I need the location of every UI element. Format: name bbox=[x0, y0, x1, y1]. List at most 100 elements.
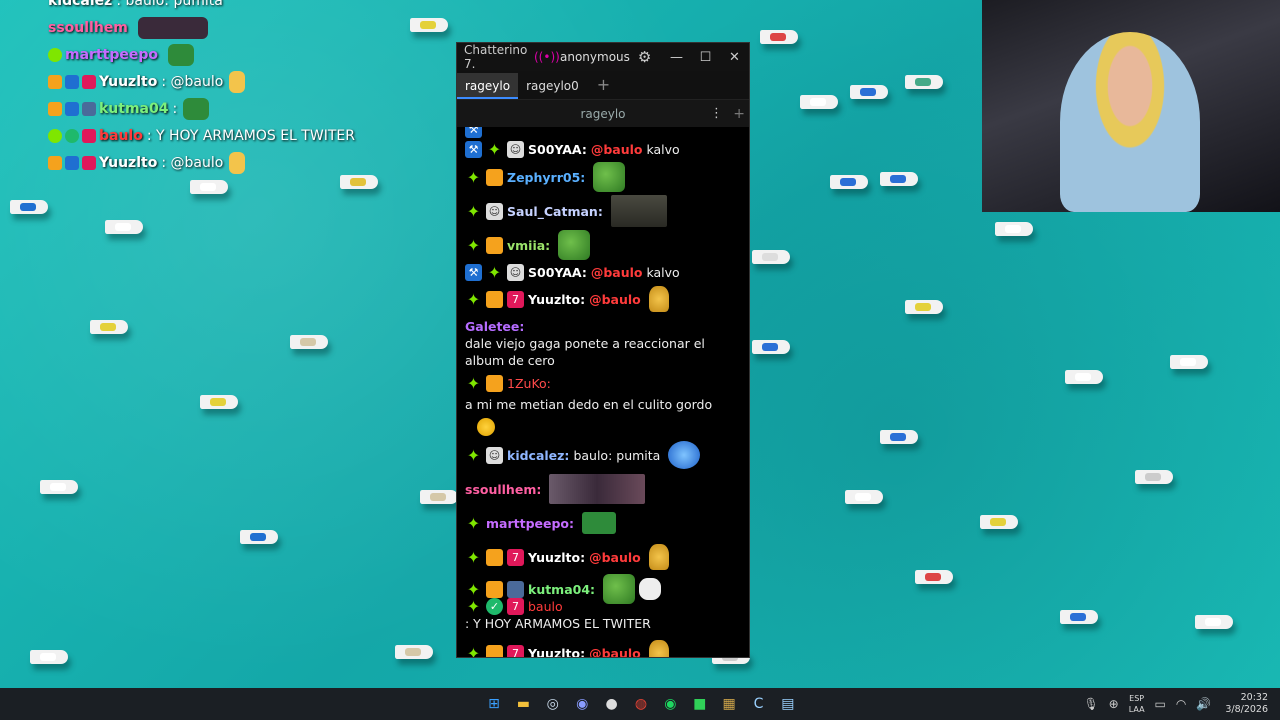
username[interactable]: S00YAA: bbox=[528, 264, 587, 281]
title-bar[interactable]: Chatterino 7. ((•)) anonymous ⚙ — ☐ ✕ bbox=[457, 43, 749, 71]
username[interactable]: kidcalez: bbox=[507, 447, 569, 464]
mention[interactable]: @baulo bbox=[589, 549, 641, 566]
boat bbox=[905, 300, 943, 314]
obs-icon[interactable]: ● bbox=[600, 692, 624, 716]
gear-icon[interactable]: ⚙ bbox=[638, 48, 651, 66]
moderator-badge-icon: ⚒ bbox=[465, 263, 482, 281]
media-icon[interactable]: ▦ bbox=[717, 692, 741, 716]
more-menu-icon[interactable]: ⋮ bbox=[710, 106, 723, 121]
volume-icon[interactable]: 🔊 bbox=[1196, 697, 1211, 711]
chatterino-icon[interactable]: C bbox=[747, 692, 771, 716]
boat bbox=[1170, 355, 1208, 369]
username[interactable]: vmiia: bbox=[507, 237, 550, 254]
overlay-chat-line: baulo: Y HOY ARMAMOS EL TWITER bbox=[48, 122, 408, 149]
minimize-button[interactable]: — bbox=[662, 50, 691, 65]
microphone-icon[interactable]: 🎙 bbox=[1083, 697, 1098, 711]
channel-name[interactable]: rageylo bbox=[457, 107, 749, 121]
username[interactable]: Yuuzlto: bbox=[528, 291, 585, 308]
emote-image bbox=[137, 16, 208, 39]
username[interactable]: baulo bbox=[528, 598, 563, 615]
boat bbox=[1065, 370, 1103, 384]
username[interactable]: ssoullhem: bbox=[465, 481, 541, 498]
language-indicator[interactable]: ESP LAA bbox=[1129, 693, 1145, 715]
message-list[interactable]: ⚒ ⚒ ✦ ☺ S00YAA: @baulo kalvo ✦ Zephyrr05… bbox=[457, 127, 749, 657]
sparkle-badge-icon: ✦ bbox=[466, 445, 481, 465]
clock[interactable]: 20:32 3/8/2026 bbox=[1225, 692, 1268, 716]
mention[interactable]: @baulo bbox=[591, 264, 643, 281]
wifi-icon[interactable]: ◠ bbox=[1176, 697, 1186, 711]
tab-rageylo[interactable]: rageylo bbox=[457, 73, 519, 99]
username[interactable]: 1ZuKo: bbox=[507, 375, 551, 392]
notepad-icon[interactable]: ▤ bbox=[776, 692, 800, 716]
message-text: kalvo bbox=[646, 141, 680, 157]
broadcast-icon[interactable]: ((•)) bbox=[534, 50, 560, 64]
chat-message: ssoullhem: bbox=[465, 472, 741, 506]
add-split-button[interactable]: + bbox=[733, 106, 745, 122]
file-explorer-icon[interactable]: ▬ bbox=[511, 692, 535, 716]
mention[interactable]: @baulo bbox=[591, 141, 643, 158]
boat bbox=[800, 95, 838, 109]
account-name[interactable]: anonymous bbox=[560, 50, 630, 64]
overlay-message-text: Y HOY ARMAMOS EL TWITER bbox=[156, 127, 355, 144]
username[interactable]: Yuuzlto: bbox=[528, 549, 585, 566]
boat bbox=[30, 650, 68, 664]
username[interactable]: kutma04: bbox=[528, 581, 595, 598]
close-button[interactable]: ✕ bbox=[720, 50, 749, 65]
taskbar: ⊞ ▬ ◎ ◉ ● ◍ ◉ ■ ▦ C ▤ 🎙 ⊕ ESP LAA ▭ ◠ 🔊 … bbox=[0, 688, 1280, 720]
sparkle-badge-icon: ✦ bbox=[466, 235, 481, 255]
boat bbox=[830, 175, 868, 189]
chatterino-window: Chatterino 7. ((•)) anonymous ⚙ — ☐ ✕ ra… bbox=[456, 42, 750, 658]
overlay-chat-line: Yuuzlto: @baulo bbox=[48, 149, 408, 176]
username[interactable]: Zephyrr05: bbox=[507, 169, 585, 186]
overlay-username: kutma04 bbox=[99, 100, 169, 117]
chrome-icon[interactable]: ◍ bbox=[629, 692, 653, 716]
badge-icon bbox=[48, 47, 62, 62]
overlay-chat-line: kidcalez: baulo: pumita bbox=[48, 0, 408, 14]
username[interactable]: marttpeepo: bbox=[486, 515, 574, 532]
mention[interactable]: @baulo bbox=[589, 645, 641, 658]
boat bbox=[980, 515, 1018, 529]
boat bbox=[905, 75, 943, 89]
username[interactable]: Saul_Catman: bbox=[507, 203, 603, 220]
username[interactable]: Yuuzlto: bbox=[528, 645, 585, 658]
subscriber-badge-icon bbox=[486, 548, 503, 566]
webcam-feed bbox=[982, 0, 1280, 212]
system-tray: 🎙 ⊕ ESP LAA ▭ ◠ 🔊 20:32 3/8/2026 bbox=[1073, 692, 1268, 716]
streamer-image bbox=[1060, 32, 1200, 212]
mention[interactable]: @baulo bbox=[589, 291, 641, 308]
chat-message: ✦ 1ZuKo: a mi me metian dedo en el culit… bbox=[465, 373, 741, 438]
subscriber-badge-icon bbox=[486, 644, 503, 657]
display-icon[interactable]: ▭ bbox=[1155, 697, 1166, 711]
discord-icon[interactable]: ◉ bbox=[570, 692, 594, 716]
sparkle-badge-icon: ✦ bbox=[487, 139, 502, 159]
spotify-icon[interactable]: ◉ bbox=[658, 692, 682, 716]
kick-icon[interactable]: ■ bbox=[688, 692, 712, 716]
boat bbox=[240, 530, 278, 544]
maximize-button[interactable]: ☐ bbox=[691, 50, 720, 65]
boat bbox=[420, 490, 458, 504]
network-icon[interactable]: ⊕ bbox=[1109, 697, 1119, 711]
frog-emote-icon bbox=[603, 574, 636, 604]
channel-badge-icon: 7 bbox=[507, 290, 524, 308]
steam-icon[interactable]: ◎ bbox=[541, 692, 565, 716]
channel-badge-icon: 7 bbox=[507, 644, 524, 657]
windows-start-icon[interactable]: ⊞ bbox=[482, 692, 506, 716]
badge-icon bbox=[48, 101, 62, 116]
username[interactable]: S00YAA: bbox=[528, 141, 587, 158]
message-text: dale viejo gaga ponete a reaccionar el a… bbox=[465, 336, 705, 368]
sparkle-badge-icon: ✦ bbox=[487, 262, 502, 282]
tab-rageylo0[interactable]: rageylo0 bbox=[518, 73, 587, 99]
chat-message: ✦ kutma04: bbox=[465, 574, 741, 604]
boat bbox=[395, 645, 433, 659]
boat bbox=[200, 395, 238, 409]
taskbar-apps: ⊞ ▬ ◎ ◉ ● ◍ ◉ ■ ▦ C ▤ bbox=[482, 692, 805, 716]
chat-message: ⚒ ✦ ☺ S00YAA: @baulo kalvo bbox=[465, 138, 741, 160]
username[interactable]: Galetee: bbox=[465, 318, 524, 335]
overlay-message-text: @baulo bbox=[170, 73, 224, 90]
add-tab-button[interactable]: + bbox=[587, 73, 620, 99]
moderator-badge-icon: ⚒ bbox=[465, 127, 482, 138]
badge-icon bbox=[48, 74, 62, 89]
boat bbox=[105, 220, 143, 234]
overlay-chat-line: ssoullhem bbox=[48, 14, 408, 41]
badge-icon bbox=[48, 128, 62, 143]
